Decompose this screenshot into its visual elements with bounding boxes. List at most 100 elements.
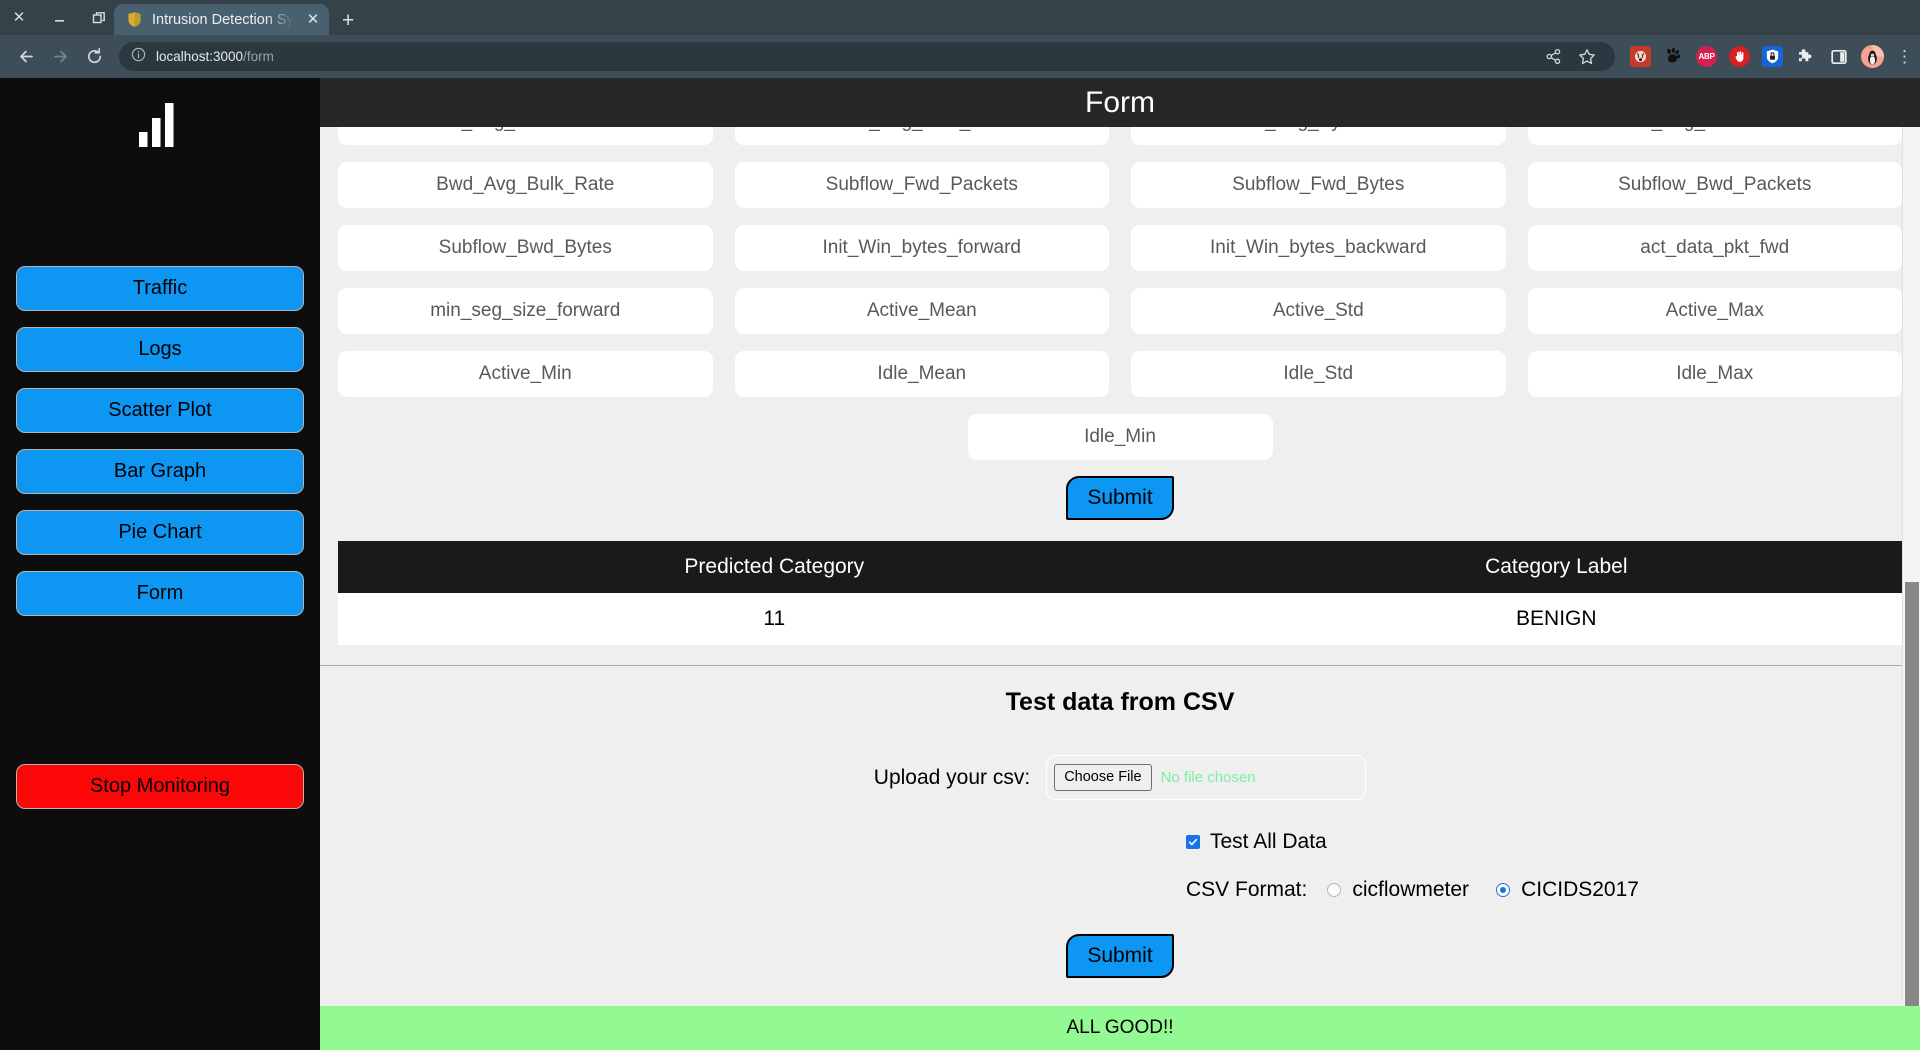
field-active-std[interactable] (1131, 288, 1506, 334)
scrollbar-thumb[interactable] (1905, 582, 1919, 1006)
sidebar-item-label: Pie Chart (118, 521, 202, 543)
column-category-label: Category Label (1210, 541, 1902, 593)
field-active-min[interactable] (338, 351, 713, 397)
field-bwd-avg-bytes-bulk[interactable] (1131, 127, 1506, 145)
column-predicted-category: Predicted Category (338, 541, 1211, 593)
reload-icon[interactable] (78, 41, 110, 73)
choose-file-button[interactable]: Choose File (1054, 764, 1152, 791)
field-subflow-fwd-packets[interactable] (734, 162, 1109, 208)
stop-hand-extension-icon[interactable] (1729, 46, 1750, 67)
field-idle-min[interactable] (967, 414, 1273, 460)
extensions-bar: ABP ⋮ (1626, 45, 1913, 68)
field-idle-std[interactable] (1131, 351, 1506, 397)
shield-icon (126, 11, 143, 28)
test-all-data-row: Test All Data (320, 830, 1920, 854)
feature-input-grid (320, 127, 1920, 397)
back-arrow-icon[interactable] (10, 41, 42, 73)
test-all-data-checkbox[interactable] (1186, 835, 1200, 849)
sidebar-item-traffic[interactable]: Traffic (16, 266, 304, 311)
csv-submit-wrap: Submit (320, 934, 1920, 978)
field-subflow-bwd-bytes[interactable] (338, 225, 713, 271)
status-bar: ALL GOOD!! (320, 1006, 1920, 1050)
csv-upload-row: Upload your csv: Choose File No file cho… (320, 755, 1920, 800)
window-restore-button[interactable] (90, 11, 108, 25)
upload-csv-label: Upload your csv: (873, 765, 1031, 789)
noscript-extension-icon[interactable] (1630, 46, 1651, 67)
url-host: localhost:3000 (156, 49, 244, 64)
tab-strip: ✕ Intrusion Detection Syst ✕ + (0, 0, 1920, 35)
sidebar-nav: Traffic Logs Scatter Plot Bar Graph Pie … (0, 266, 320, 616)
bar-chart-logo-icon (139, 95, 181, 147)
last-field-row (320, 414, 1920, 460)
stop-monitoring-button[interactable]: Stop Monitoring (16, 764, 304, 809)
tab-close-icon[interactable]: ✕ (306, 12, 320, 27)
browser-toolbar: localhost:3000/form ABP ⋮ (0, 35, 1920, 78)
file-status-text: No file chosen (1160, 769, 1256, 786)
field-bwd-avg-packets-bulk[interactable] (1527, 127, 1902, 145)
adblock-plus-extension-icon[interactable]: ABP (1696, 46, 1717, 67)
field-idle-max[interactable] (1527, 351, 1902, 397)
csv-format-row: CSV Format: cicflowmeter CICIDS2017 (320, 878, 1920, 902)
main-content: Form Fwd_Avg_Packets/Bulk Fwd_Avg_Bulk_R… (320, 78, 1920, 1050)
field-subflow-fwd-bytes[interactable] (1131, 162, 1506, 208)
field-init-win-bytes-forward[interactable] (734, 225, 1109, 271)
app-body: Traffic Logs Scatter Plot Bar Graph Pie … (0, 78, 1920, 1050)
field-fwd-avg-bulk-rate[interactable] (734, 127, 1109, 145)
tab-title: Intrusion Detection Syst (152, 11, 297, 28)
field-subflow-bwd-packets[interactable] (1527, 162, 1902, 208)
window-controls: ✕ (0, 0, 114, 35)
sidebar-item-label: Scatter Plot (108, 399, 212, 421)
radio-cicflowmeter[interactable] (1327, 883, 1342, 897)
penguin-avatar[interactable] (1861, 45, 1884, 68)
cell-category-label: BENIGN (1210, 593, 1902, 645)
puzzle-extensions-icon[interactable] (1795, 46, 1816, 67)
browser-tab[interactable]: Intrusion Detection Syst ✕ (114, 4, 329, 35)
new-tab-button[interactable]: + (342, 10, 354, 31)
sidebar-item-scatter-plot[interactable]: Scatter Plot (16, 388, 304, 433)
csv-submit-button[interactable]: Submit (1066, 934, 1174, 978)
file-input[interactable]: Choose File No file chosen (1046, 755, 1367, 800)
vertical-scrollbar[interactable] (1902, 127, 1920, 1006)
cell-predicted-category: 11 (338, 593, 1211, 645)
address-bar[interactable]: localhost:3000/form (119, 42, 1615, 71)
field-bwd-avg-bulk-rate[interactable] (338, 162, 713, 208)
sidebar-item-label: Logs (138, 338, 182, 360)
field-idle-mean[interactable] (734, 351, 1109, 397)
sidebar-item-bar-graph[interactable]: Bar Graph (16, 449, 304, 494)
window-close-button[interactable]: ✕ (10, 10, 28, 25)
table-row: 11 BENIGN (338, 593, 1902, 645)
field-min-seg-size-forward[interactable] (338, 288, 713, 334)
radio-cicflowmeter-label: cicflowmeter (1352, 878, 1470, 901)
scroll-area[interactable]: Submit Predicted Category Category Label… (320, 127, 1920, 1006)
page-title: Form (320, 78, 1920, 127)
sidebar-item-pie-chart[interactable]: Pie Chart (16, 510, 304, 555)
forward-arrow-icon (44, 41, 76, 73)
sidebar-item-logs[interactable]: Logs (16, 327, 304, 372)
csv-test-section: Test data from CSV Upload your csv: Choo… (320, 666, 1920, 978)
info-circle-icon[interactable] (131, 47, 146, 67)
gnome-extension-icon[interactable] (1663, 46, 1684, 67)
url-path: /form (243, 49, 274, 64)
table-header-row: Predicted Category Category Label (338, 541, 1902, 593)
url-text: localhost:3000/form (156, 49, 274, 64)
stop-monitoring-wrap: Stop Monitoring (0, 764, 320, 809)
three-dot-menu-icon[interactable]: ⋮ (1896, 48, 1913, 66)
form-submit-wrap: Submit (320, 476, 1920, 520)
window-minimize-button[interactable] (50, 11, 68, 24)
sidebar-item-label: Form (136, 582, 184, 604)
radio-cicids2017[interactable] (1496, 883, 1511, 897)
prediction-result-table: Predicted Category Category Label 11 BEN… (338, 541, 1902, 645)
sidebar-item-form[interactable]: Form (16, 571, 304, 616)
field-active-max[interactable] (1527, 288, 1902, 334)
sidepanel-icon[interactable] (1828, 46, 1849, 67)
field-init-win-bytes-backward[interactable] (1131, 225, 1506, 271)
privacy-badger-extension-icon[interactable] (1762, 46, 1783, 67)
star-icon[interactable] (1577, 41, 1597, 73)
share-icon[interactable] (1543, 41, 1563, 73)
field-active-mean[interactable] (734, 288, 1109, 334)
test-all-data-label: Test All Data (1210, 830, 1327, 853)
form-submit-button[interactable]: Submit (1066, 476, 1174, 520)
field-fwd-avg-packets-bulk[interactable] (338, 127, 713, 145)
csv-format-label: CSV Format: (1186, 878, 1308, 901)
field-act-data-pkt-fwd[interactable] (1527, 225, 1902, 271)
